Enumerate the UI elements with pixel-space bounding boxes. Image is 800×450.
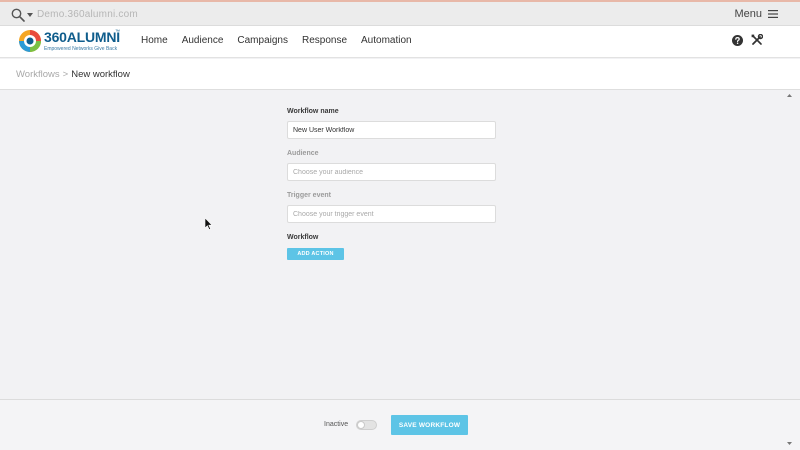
logo-trademark: ™	[115, 29, 120, 35]
trigger-event-group: Trigger event	[287, 192, 497, 223]
nav-campaigns[interactable]: Campaigns	[237, 35, 288, 46]
workflow-name-group: Workflow name	[287, 108, 497, 139]
top-utility-bar: Demo.360alumni.com Menu	[0, 0, 800, 26]
nav-automation[interactable]: Automation	[361, 35, 412, 46]
nav-response[interactable]: Response	[302, 35, 347, 46]
search-icon[interactable]	[11, 8, 25, 22]
status-label: Inactive	[324, 421, 349, 428]
workflow-group: Workflow ADD ACTION	[287, 234, 497, 260]
nav-links: Home Audience Campaigns Response Automat…	[141, 35, 426, 46]
workflow-name-input[interactable]	[287, 121, 496, 139]
nav-home[interactable]: Home	[141, 35, 168, 46]
mouse-cursor-icon	[205, 218, 213, 230]
site-url: Demo.360alumni.com	[37, 9, 138, 20]
logo-text: 360ALUMNI	[44, 29, 120, 45]
audience-input[interactable]	[287, 163, 496, 181]
workflow-label: Workflow	[287, 234, 319, 241]
chevron-down-icon[interactable]	[27, 13, 33, 17]
trigger-event-label: Trigger event	[287, 192, 331, 199]
workflow-form: Workflow name Audience Trigger event Wor…	[287, 108, 497, 271]
hamburger-icon	[768, 10, 778, 18]
help-icon[interactable]	[732, 35, 743, 46]
audience-group: Audience	[287, 150, 497, 181]
active-toggle[interactable]	[356, 420, 377, 430]
menu-button[interactable]: Menu	[734, 8, 778, 20]
breadcrumb-bar: Workflows > New workflow	[0, 59, 800, 90]
breadcrumb-separator: >	[62, 69, 69, 80]
logo[interactable]: 360ALUMNI ™ Empowered Networks Give Back	[18, 29, 128, 55]
nav-audience[interactable]: Audience	[182, 35, 224, 46]
toggle-knob	[357, 421, 365, 429]
save-workflow-button[interactable]: SAVE WORKFLOW	[391, 415, 468, 435]
footer-bar: Inactive SAVE WORKFLOW	[0, 399, 800, 450]
menu-label: Menu	[734, 8, 762, 20]
add-action-button[interactable]: ADD ACTION	[287, 248, 344, 260]
trigger-event-input[interactable]	[287, 205, 496, 223]
tools-icon[interactable]	[751, 34, 763, 46]
breadcrumb: Workflows > New workflow	[16, 69, 130, 80]
scroll-up-icon[interactable]	[787, 94, 792, 97]
scroll-down-icon[interactable]	[787, 442, 792, 445]
logo-tagline: Empowered Networks Give Back	[44, 46, 118, 52]
audience-label: Audience	[287, 150, 319, 157]
breadcrumb-workflows-link[interactable]: Workflows	[16, 69, 60, 80]
breadcrumb-current: New workflow	[71, 69, 130, 80]
workflow-name-label: Workflow name	[287, 108, 339, 115]
main-navbar: 360ALUMNI ™ Empowered Networks Give Back…	[0, 26, 800, 58]
logo-mark-icon	[19, 30, 41, 52]
